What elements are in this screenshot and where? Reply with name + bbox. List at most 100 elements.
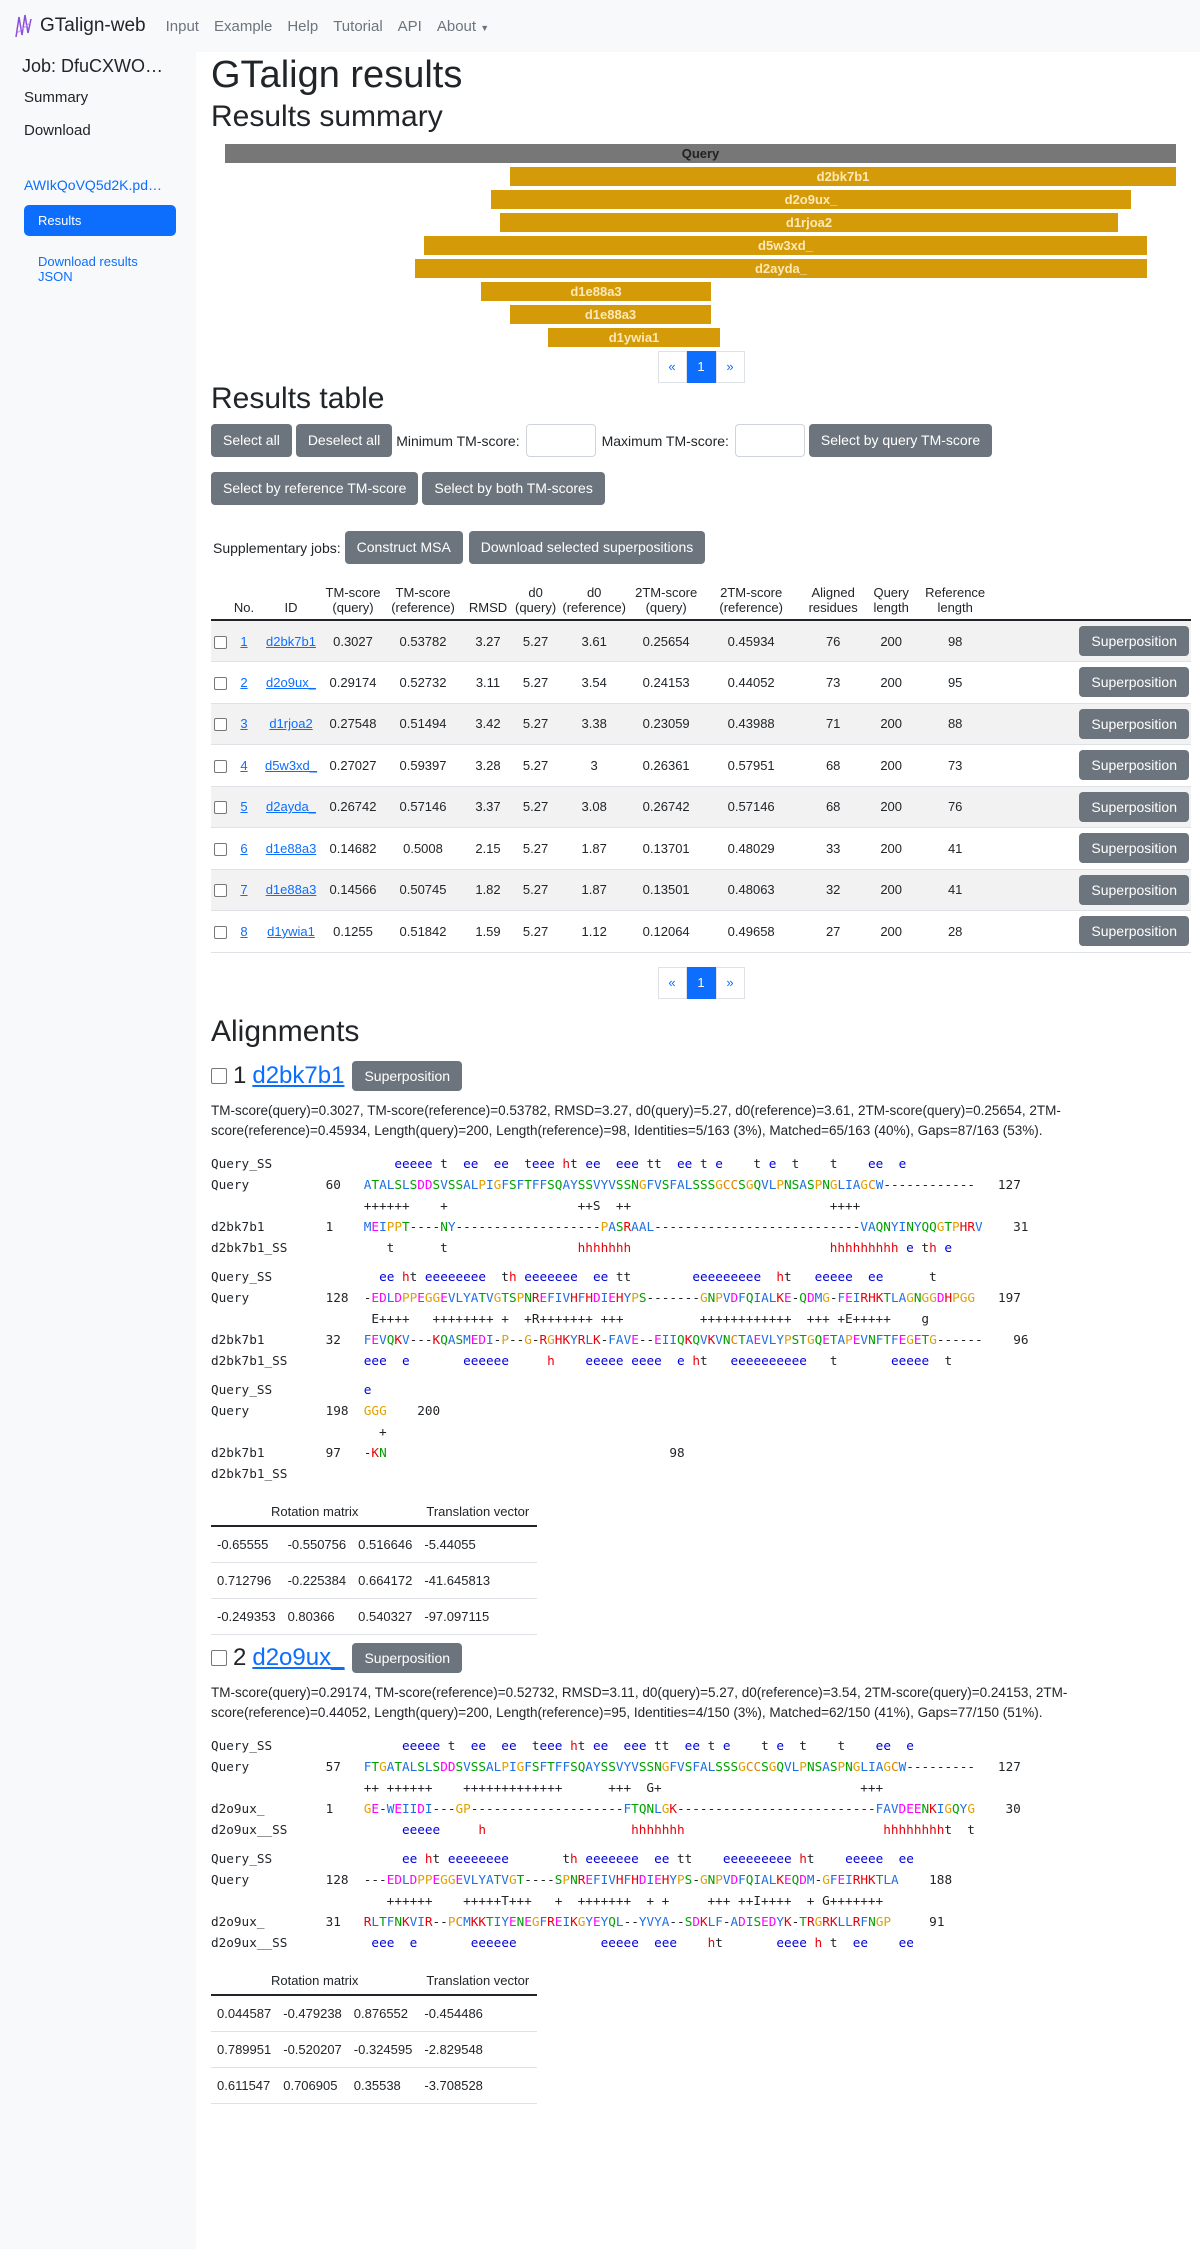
row-number-link[interactable]: 6 — [240, 841, 247, 856]
row-id[interactable]: d2o9ux_ — [259, 661, 323, 704]
row-number-link[interactable]: 7 — [240, 882, 247, 897]
download-selected-button[interactable]: Download selected superpositions — [468, 531, 706, 564]
summary-bar-hit[interactable]: d5w3xd_ — [424, 236, 1147, 255]
alignment-id-link[interactable]: d2o9ux_ — [252, 1644, 344, 1672]
superposition-button[interactable]: Superposition — [1079, 791, 1189, 822]
checkbox[interactable] — [213, 842, 227, 856]
select-by-both-button[interactable]: Select by both TM-scores — [422, 472, 605, 505]
row-id[interactable]: d2bk7b1 — [259, 620, 323, 662]
alignment-line: d2bk7b1 97 -KN 98 — [211, 1444, 685, 1460]
checkbox[interactable] — [213, 635, 227, 649]
pager-prev[interactable]: « — [657, 351, 687, 383]
summary-bar-hit[interactable]: d2ayda_ — [415, 259, 1147, 278]
construct-msa-button[interactable]: Construct MSA — [344, 531, 463, 564]
select-by-query-button[interactable]: Select by query TM-score — [808, 424, 993, 457]
row-number[interactable]: 7 — [229, 869, 259, 911]
checkbox[interactable] — [213, 759, 227, 773]
sidebar-download[interactable]: Download — [0, 114, 196, 147]
sidebar-summary[interactable]: Summary — [0, 81, 196, 114]
row-checkbox[interactable] — [211, 869, 229, 911]
superposition-button[interactable]: Superposition — [1079, 916, 1189, 947]
row-checkbox[interactable] — [211, 620, 229, 662]
summary-bar-hit[interactable]: d1e88a3 — [510, 305, 711, 324]
row-checkbox[interactable] — [211, 786, 229, 828]
row-id-link[interactable]: d2ayda_ — [266, 799, 316, 814]
summary-bar-hit[interactable]: d1rjoa2 — [500, 213, 1118, 232]
pager-next[interactable]: » — [715, 966, 745, 999]
select-by-ref-button[interactable]: Select by reference TM-score — [211, 472, 419, 505]
row-checkbox[interactable] — [211, 910, 229, 953]
row-id-link[interactable]: d2o9ux_ — [266, 675, 316, 690]
row-id[interactable]: d5w3xd_ — [259, 744, 323, 787]
summary-bar-hit[interactable]: d1ywia1 — [548, 328, 720, 347]
row-id-link[interactable]: d1e88a3 — [266, 882, 317, 897]
superposition-button[interactable]: Superposition — [352, 1642, 463, 1673]
checkbox[interactable] — [213, 925, 227, 939]
row-number-link[interactable]: 8 — [240, 924, 247, 939]
nav-help[interactable]: Help — [287, 18, 318, 35]
row-number-link[interactable]: 4 — [240, 758, 247, 773]
superposition-button[interactable]: Superposition — [1079, 667, 1189, 698]
checkbox[interactable] — [213, 676, 227, 690]
row-number[interactable]: 3 — [229, 703, 259, 745]
checkbox[interactable] — [213, 718, 227, 732]
row-number-link[interactable]: 5 — [240, 799, 247, 814]
row-id-link[interactable]: d5w3xd_ — [265, 758, 317, 773]
row-number[interactable]: 5 — [229, 786, 259, 828]
alignment-checkbox[interactable] — [211, 1649, 227, 1666]
row-checkbox[interactable] — [211, 744, 229, 787]
row-number[interactable]: 6 — [229, 827, 259, 870]
row-id-link[interactable]: d1ywia1 — [267, 924, 315, 939]
alignment-line: d2bk7b1_SS — [211, 1465, 288, 1481]
superposition-button[interactable]: Superposition — [352, 1060, 463, 1091]
nav-about-dropdown[interactable]: About ▼ — [437, 18, 489, 35]
superposition-button[interactable]: Superposition — [1079, 626, 1189, 656]
summary-bar-hit[interactable]: d2o9ux_ — [491, 190, 1131, 209]
pager-page[interactable]: 1 — [686, 351, 716, 383]
alignment-id-link[interactable]: d2bk7b1 — [252, 1062, 344, 1090]
sidebar-results[interactable]: Results — [24, 205, 176, 236]
summary-bar-query[interactable]: Query — [225, 144, 1176, 163]
row-id-link[interactable]: d2bk7b1 — [266, 634, 316, 649]
row-number-link[interactable]: 3 — [240, 716, 247, 731]
row-checkbox[interactable] — [211, 661, 229, 704]
row-checkbox[interactable] — [211, 703, 229, 745]
row-id[interactable]: d1rjoa2 — [259, 703, 323, 745]
summary-bar-hit[interactable]: d2bk7b1 — [510, 167, 1176, 186]
row-id-link[interactable]: d1rjoa2 — [269, 716, 312, 731]
row-id[interactable]: d1e88a3 — [259, 827, 323, 870]
sidebar-file-link[interactable]: AWIkQoVQ5d2K.pdb ... — [0, 165, 190, 201]
row-number[interactable]: 2 — [229, 661, 259, 704]
superposition-button[interactable]: Superposition — [1079, 750, 1189, 781]
alignment-checkbox[interactable] — [211, 1067, 227, 1084]
superposition-button[interactable]: Superposition — [1079, 833, 1189, 864]
superposition-button[interactable]: Superposition — [1079, 874, 1189, 905]
nav-api[interactable]: API — [398, 18, 422, 35]
row-id-link[interactable]: d1e88a3 — [266, 841, 317, 856]
pager-next[interactable]: » — [715, 351, 745, 383]
row-number[interactable]: 8 — [229, 910, 259, 953]
min-tm-input[interactable] — [525, 424, 596, 457]
brand[interactable]: GTalign-web — [14, 13, 146, 39]
pager-prev[interactable]: « — [657, 966, 687, 999]
checkbox[interactable] — [213, 801, 227, 815]
row-number-link[interactable]: 2 — [240, 675, 247, 690]
row-id[interactable]: d1e88a3 — [259, 869, 323, 911]
nav-example[interactable]: Example — [214, 18, 272, 35]
superposition-button[interactable]: Superposition — [1079, 708, 1189, 739]
row-id[interactable]: d2ayda_ — [259, 786, 323, 828]
select-all-button[interactable]: Select all — [211, 424, 292, 457]
row-number[interactable]: 1 — [229, 620, 259, 662]
nav-input[interactable]: Input — [166, 18, 199, 35]
row-number-link[interactable]: 1 — [240, 634, 247, 649]
sidebar-download-json[interactable]: Download results JSON — [0, 236, 196, 302]
deselect-all-button[interactable]: Deselect all — [295, 424, 393, 457]
max-tm-input[interactable] — [734, 424, 805, 457]
row-checkbox[interactable] — [211, 827, 229, 870]
pager-page[interactable]: 1 — [686, 966, 716, 999]
checkbox[interactable] — [213, 884, 227, 898]
nav-tutorial[interactable]: Tutorial — [333, 18, 382, 35]
summary-bar-hit[interactable]: d1e88a3 — [481, 282, 711, 301]
row-number[interactable]: 4 — [229, 744, 259, 787]
row-id[interactable]: d1ywia1 — [259, 910, 323, 953]
